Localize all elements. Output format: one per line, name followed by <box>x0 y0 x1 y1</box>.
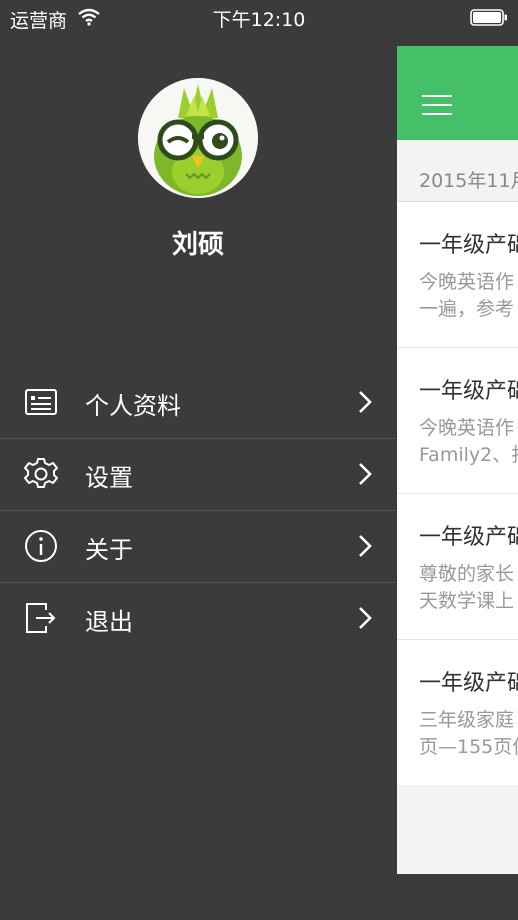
battery-icon <box>470 9 507 26</box>
message-preview-line: 三年级家庭 <box>419 709 515 731</box>
message-preview: 尊敬的家长 天数学课上 <box>419 561 518 615</box>
status-bar: 运营商 下午12:10 <box>0 0 518 36</box>
logout-icon <box>26 603 56 633</box>
date-section-header: 2015年11月 <box>397 154 518 202</box>
menu-label-settings: 设置 <box>85 464 133 492</box>
chevron-right-icon <box>359 535 372 557</box>
message-preview-line: 天数学课上 <box>419 590 515 612</box>
list-item[interactable]: 一年级产础 尊敬的家长 天数学课上 <box>397 494 518 640</box>
message-preview: 今晚英语作 一遍，参考 <box>419 269 518 323</box>
message-preview-line: 今晚英语作 <box>419 417 515 439</box>
main-content-panel[interactable]: 2015年11月 一年级产础 今晚英语作 一遍，参考 一年级产础 今晚英语作 F… <box>397 46 518 874</box>
drawer-menu: 个人资料 设置 关于 退出 <box>0 367 396 654</box>
profile-card-icon <box>25 389 57 415</box>
message-list: 一年级产础 今晚英语作 一遍，参考 一年级产础 今晚英语作 Family2、打 … <box>397 202 518 785</box>
nav-bar <box>397 46 518 140</box>
list-item[interactable]: 一年级产础 三年级家庭 页—155页作 <box>397 640 518 785</box>
date-label: 2015年11月 <box>419 170 518 192</box>
message-title: 一年级产础 <box>419 525 518 550</box>
gear-icon <box>24 458 58 488</box>
list-item[interactable]: 一年级产础 今晚英语作 Family2、打 <box>397 348 518 494</box>
user-name: 刘硕 <box>171 230 224 260</box>
message-preview-line: 页—155页作 <box>419 736 518 758</box>
menu-item-settings[interactable]: 设置 <box>0 439 396 511</box>
menu-item-about[interactable]: 关于 <box>0 511 396 583</box>
menu-label-logout: 退出 <box>85 608 133 636</box>
message-preview: 今晚英语作 Family2、打 <box>419 415 518 469</box>
message-preview-line: 尊敬的家长 <box>419 563 515 585</box>
message-title: 一年级产础 <box>419 233 518 258</box>
hamburger-menu-icon[interactable] <box>422 94 452 116</box>
list-item[interactable]: 一年级产础 今晚英语作 一遍，参考 <box>397 202 518 348</box>
owl-avatar-icon <box>138 78 258 198</box>
menu-item-profile[interactable]: 个人资料 <box>0 367 396 439</box>
chevron-right-icon <box>359 391 372 413</box>
message-preview-line: Family2、打 <box>419 444 518 466</box>
avatar[interactable] <box>138 78 258 198</box>
message-preview: 三年级家庭 页—155页作 <box>419 707 518 761</box>
menu-label-about: 关于 <box>85 536 133 564</box>
message-preview-line: 今晚英语作 <box>419 271 515 293</box>
info-icon <box>25 530 57 562</box>
message-title: 一年级产础 <box>419 671 518 696</box>
menu-label-profile: 个人资料 <box>85 392 181 420</box>
message-title: 一年级产础 <box>419 379 518 404</box>
clock: 下午12:10 <box>212 9 306 31</box>
chevron-right-icon <box>359 463 372 485</box>
message-preview-line: 一遍，参考 <box>419 298 515 320</box>
chevron-right-icon <box>359 607 372 629</box>
menu-item-logout[interactable]: 退出 <box>0 583 396 654</box>
